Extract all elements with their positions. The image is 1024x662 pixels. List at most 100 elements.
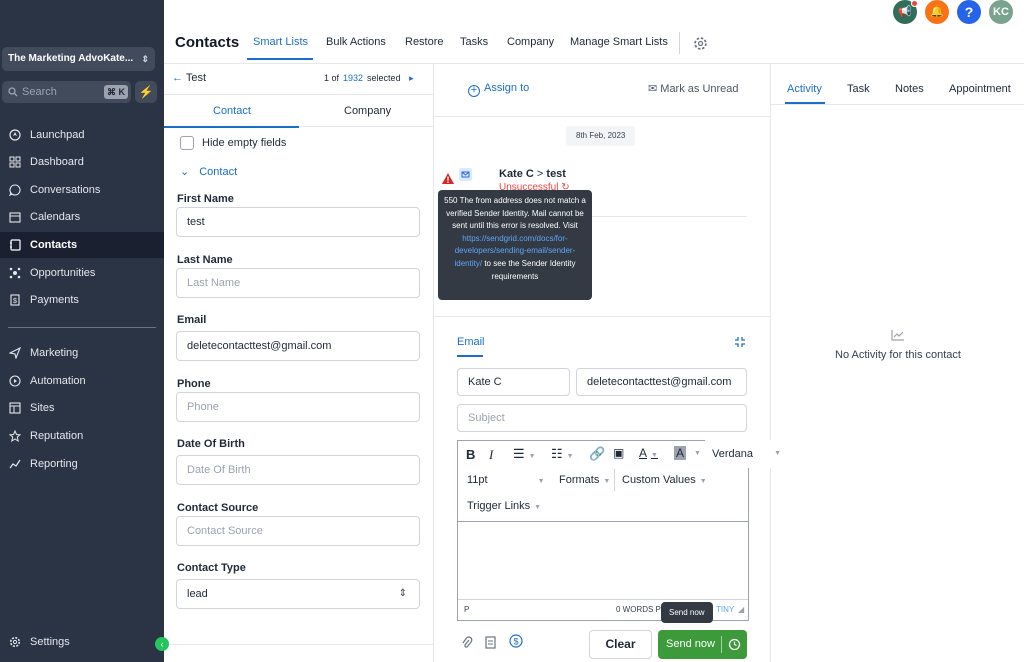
composer-divider — [434, 316, 770, 317]
sidebar-item-label: Settings — [30, 636, 70, 648]
first-name-field[interactable]: test — [176, 207, 420, 237]
subject-input[interactable]: Subject — [457, 404, 747, 432]
activity-chart-icon — [891, 330, 904, 341]
notifications-bell-icon[interactable]: 🔔 — [925, 0, 949, 24]
sidebar-item-payments[interactable]: $ Payments — [0, 287, 164, 313]
word-count: 0 WORDS P — [616, 605, 661, 614]
chevron-right-icon[interactable]: ▸ — [409, 73, 414, 83]
tab-appointment[interactable]: Appointment — [949, 83, 1011, 95]
button-divider — [721, 636, 722, 653]
sidebar-item-marketing[interactable]: Marketing — [0, 340, 164, 366]
search-placeholder: Search — [22, 86, 57, 98]
tab-company[interactable]: Company — [344, 105, 391, 117]
link-icon[interactable]: 🔗 — [589, 446, 605, 462]
sidebar-item-settings[interactable]: Settings — [0, 629, 164, 655]
image-icon[interactable]: ▣ — [613, 446, 624, 460]
sidebar-item-reporting[interactable]: Reporting — [0, 451, 164, 477]
schedule-clock-icon[interactable] — [728, 638, 741, 651]
bullet-list-button[interactable]: ☰ ▼ — [513, 446, 536, 462]
send-now-button[interactable]: Send now — [658, 630, 747, 659]
text-color-button[interactable]: A ▼ — [639, 446, 658, 460]
account-switcher[interactable]: The Marketing AdvoKate... ⇕ — [2, 47, 155, 71]
from-name-field[interactable]: Kate C — [457, 368, 570, 396]
tab-email[interactable]: Email — [457, 336, 485, 348]
sidebar-item-contacts[interactable]: Contacts — [0, 232, 164, 258]
to-email-field[interactable]: deletecontacttest@gmail.com — [576, 368, 747, 396]
settings-gear-icon[interactable] — [693, 36, 708, 51]
tab-bulk-actions[interactable]: Bulk Actions — [326, 36, 386, 48]
pager-total[interactable]: 1932 — [343, 73, 363, 83]
template-icon[interactable] — [485, 636, 496, 649]
date-of-birth-field[interactable]: Date Of Birth — [176, 455, 420, 485]
sidebar-item-dashboard[interactable]: Dashboard — [0, 149, 164, 175]
element-path: P — [464, 605, 470, 614]
envelope-icon: ✉ — [648, 83, 661, 95]
contact-section-toggle[interactable]: ⌄ Contact — [180, 165, 247, 178]
tab-activity[interactable]: Activity — [787, 83, 822, 95]
sites-icon — [9, 402, 21, 414]
empty-activity-message: No Activity for this contact — [835, 349, 961, 361]
contact-type-select[interactable]: lead ⇕ — [176, 579, 420, 609]
tab-tasks[interactable]: Tasks — [460, 36, 488, 48]
active-tab-indicator — [247, 58, 313, 60]
custom-values-menu[interactable]: Custom Values ▼ — [622, 474, 707, 486]
svg-text:$: $ — [513, 637, 518, 647]
phone-field[interactable]: Phone — [176, 392, 420, 422]
sidebar-item-calendars[interactable]: Calendars — [0, 204, 164, 230]
trigger-links-menu[interactable]: Trigger Links ▼ — [467, 500, 541, 512]
sidebar-item-label: Automation — [30, 375, 86, 387]
mark-unread-button[interactable]: ✉ Mark as Unread — [648, 82, 739, 95]
avatar[interactable]: KC — [989, 0, 1013, 24]
italic-button[interactable]: I — [489, 447, 493, 463]
tab-notes[interactable]: Notes — [895, 83, 924, 95]
formats-menu[interactable]: Formats ▼ — [559, 474, 610, 486]
back-button[interactable]: ← Test — [172, 72, 206, 84]
sidebar-item-reputation[interactable]: Reputation — [0, 423, 164, 449]
font-size-select[interactable]: 11pt ▼ — [467, 474, 545, 486]
hide-empty-label: Hide empty fields — [202, 137, 287, 149]
sidebar-item-launchpad[interactable]: Launchpad — [0, 122, 164, 148]
dashboard-icon — [9, 156, 21, 168]
sidebar-item-label: Conversations — [30, 184, 101, 196]
bold-button[interactable]: B — [466, 447, 475, 462]
resize-handle-icon[interactable]: ◢ — [738, 600, 744, 620]
field-label: Contact Source — [177, 502, 259, 514]
field-label: Last Name — [177, 254, 233, 266]
tab-task[interactable]: Task — [847, 83, 870, 95]
attachment-icon[interactable] — [461, 636, 473, 650]
star-icon — [9, 430, 21, 442]
tab-company[interactable]: Company — [507, 36, 554, 48]
sidebar-item-sites[interactable]: Sites — [0, 395, 164, 421]
sidebar-item-label: Reputation — [30, 430, 84, 442]
hide-empty-checkbox[interactable] — [180, 136, 194, 150]
payment-link-icon[interactable]: $ — [509, 634, 523, 648]
help-icon[interactable]: ? — [957, 0, 981, 24]
highlight-caret[interactable]: ▼ — [690, 446, 701, 458]
sidebar-search[interactable]: Search ⌘ K — [2, 81, 131, 103]
sidebar-item-automation[interactable]: Automation — [0, 368, 164, 394]
tab-smart-lists[interactable]: Smart Lists — [253, 36, 308, 48]
clear-button[interactable]: Clear — [589, 630, 652, 659]
tab-restore[interactable]: Restore — [405, 36, 444, 48]
collapse-composer-icon[interactable] — [734, 336, 746, 348]
warning-icon[interactable] — [442, 173, 454, 184]
contact-source-field[interactable]: Contact Source — [176, 516, 420, 546]
tooltip-text: 550 The from address does not match a ve… — [444, 196, 586, 231]
field-label: Date Of Birth — [177, 438, 245, 450]
toolbar-bottom-border — [458, 521, 748, 522]
tab-contact[interactable]: Contact — [213, 105, 251, 117]
last-name-field[interactable]: Last Name — [176, 268, 420, 298]
numbered-list-button[interactable]: ☷ ▼ — [551, 446, 574, 462]
sidebar-item-opportunities[interactable]: Opportunities — [0, 260, 164, 286]
tab-manage-smart-lists[interactable]: Manage Smart Lists — [570, 36, 668, 48]
select-arrows-icon: ⇕ — [398, 588, 407, 599]
assign-to-button[interactable]: + Assign to — [468, 82, 529, 97]
quick-actions-bolt-icon[interactable]: ⚡ — [135, 81, 157, 103]
message-header: Kate C > test — [499, 168, 566, 180]
email-field[interactable]: deletecontacttest@gmail.com — [176, 331, 420, 361]
font-family-select[interactable]: Verdana ▼ — [705, 440, 789, 468]
sidebar-item-conversations[interactable]: Conversations — [0, 177, 164, 203]
sidebar-collapse-button[interactable]: ‹ — [155, 637, 169, 651]
rocket-icon — [9, 129, 21, 141]
highlight-color-button[interactable]: A — [674, 446, 687, 460]
